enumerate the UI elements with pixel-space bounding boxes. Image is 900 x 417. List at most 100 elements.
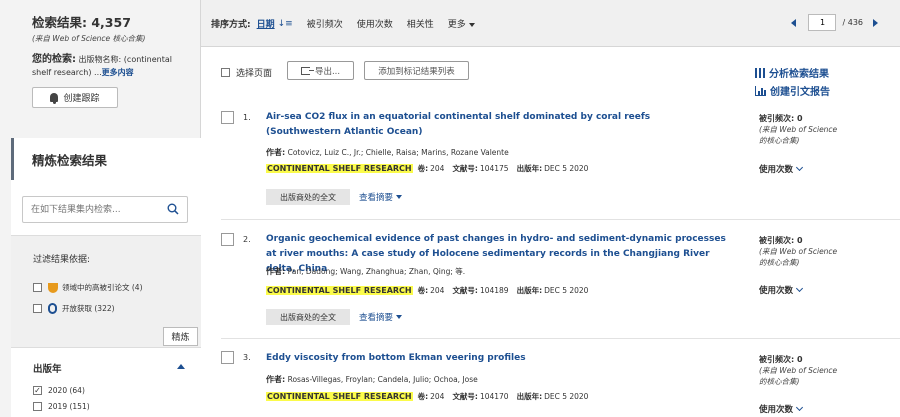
- open-access-icon: [48, 303, 57, 314]
- record-divider: [221, 338, 900, 339]
- bar-chart-icon: [755, 85, 766, 96]
- view-abstract-label: 查看摘要: [359, 313, 394, 323]
- export-icon: [300, 66, 314, 75]
- record-checkbox[interactable]: [221, 351, 234, 364]
- filter-year-2020[interactable]: ✓ 2020 (64): [33, 386, 85, 395]
- view-abstract-toggle[interactable]: 查看摘要: [359, 311, 403, 323]
- sort-more-dropdown[interactable]: 更多: [448, 17, 475, 30]
- sort-option-date[interactable]: 日期: [257, 17, 275, 30]
- article-no-label: 文献号:: [452, 286, 478, 295]
- query-ellipsis: ...: [94, 68, 102, 77]
- volume-value: 204: [430, 164, 445, 173]
- fulltext-button[interactable]: 出版商处的全文: [266, 309, 350, 325]
- volume-value: 204: [430, 392, 445, 401]
- times-cited-value: 0: [797, 114, 803, 123]
- record-title-link[interactable]: Air-sea CO2 flux in an equatorial contin…: [266, 110, 718, 140]
- caret-down-icon: [396, 315, 403, 319]
- citation-report-label: 创建引文报告: [770, 87, 830, 98]
- pagination: / 436: [791, 14, 878, 31]
- times-cited: 被引频次: 0: [759, 235, 803, 246]
- times-cited-source: (来自 Web of Science 的核心合集): [759, 247, 838, 267]
- refine-search-box[interactable]: [22, 196, 188, 223]
- article-no-label: 文献号:: [452, 392, 478, 401]
- record-source: CONTINENTAL SHELF RESEARCH 卷: 204 文献号: 104…: [266, 163, 588, 174]
- usage-count-toggle[interactable]: 使用次数: [759, 163, 804, 175]
- record-authors: 作者: Rosas-Villegas, Froylan; Candela, Ju…: [266, 374, 478, 385]
- sort-more-label: 更多: [447, 20, 466, 30]
- filter-title: 过滤结果依据:: [33, 255, 91, 265]
- analyze-results-link[interactable]: 分析检索结果: [755, 65, 829, 80]
- journal-name-link[interactable]: CONTINENTAL SHELF RESEARCH: [266, 164, 413, 173]
- citation-report-link[interactable]: 创建引文报告: [755, 83, 830, 98]
- checkbox[interactable]: [221, 68, 230, 77]
- checkbox-checked[interactable]: ✓: [33, 386, 42, 395]
- usage-count-toggle[interactable]: 使用次数: [759, 403, 804, 415]
- fulltext-button[interactable]: 出版商处的全文: [266, 189, 350, 205]
- export-label: 导出...: [314, 66, 341, 77]
- caret-down-icon: [468, 23, 475, 27]
- usage-count-label: 使用次数: [759, 165, 794, 175]
- record-divider: [221, 219, 900, 220]
- sort-label: 排序方式:: [211, 20, 251, 30]
- view-abstract-toggle[interactable]: 查看摘要: [359, 191, 403, 203]
- record-authors: 作者: Cotovicz, Luiz C., Jr.; Chielle, Rai…: [266, 147, 509, 158]
- sort-option-times-cited[interactable]: 被引频次: [307, 17, 343, 30]
- chevron-down-icon: [795, 284, 804, 293]
- times-cited-source: (来自 Web of Science 的核心合集): [759, 125, 838, 145]
- journal-name-link[interactable]: CONTINENTAL SHELF RESEARCH: [266, 392, 413, 401]
- record-checkbox[interactable]: [221, 111, 234, 124]
- year-section-title[interactable]: 出版年: [33, 361, 62, 375]
- record-title-link[interactable]: Eddy viscosity from bottom Ekman veering…: [266, 351, 718, 366]
- page-number-input[interactable]: [808, 14, 837, 31]
- export-button[interactable]: 导出...: [287, 61, 354, 80]
- usage-count-toggle[interactable]: 使用次数: [759, 284, 804, 296]
- sort-option-relevance[interactable]: 相关性: [407, 17, 434, 30]
- journal-name-link[interactable]: CONTINENTAL SHELF RESEARCH: [266, 286, 413, 295]
- record-checkbox[interactable]: [221, 233, 234, 246]
- sort-option-usage[interactable]: 使用次数: [357, 17, 393, 30]
- article-no-value: 104189: [479, 286, 509, 295]
- refine-search-input[interactable]: [23, 197, 163, 222]
- next-page-icon[interactable]: [873, 18, 878, 27]
- collapse-caret-icon[interactable]: [177, 364, 185, 369]
- times-cited: 被引频次: 0: [759, 354, 803, 365]
- prev-page-icon[interactable]: [791, 18, 797, 27]
- pub-year-value: DEC 5 2020: [544, 392, 589, 401]
- record-number: 1.: [243, 113, 251, 122]
- bell-icon: [50, 93, 59, 104]
- caret-down-icon: [396, 195, 403, 199]
- pub-year-label: 出版年:: [516, 392, 543, 401]
- select-page-label: 选择页面: [236, 69, 273, 79]
- query-more-link[interactable]: 更多内容: [102, 68, 134, 77]
- refine-button[interactable]: 精炼: [163, 327, 198, 346]
- query-label: 您的检索:: [32, 54, 76, 65]
- results-source: (来自 Web of Science 核心合集): [32, 34, 146, 43]
- filter-label: 领域中的高被引论文 (4): [62, 283, 143, 292]
- sort-descending-icon[interactable]: ↓≡: [278, 19, 293, 29]
- trophy-icon: [48, 282, 58, 293]
- authors-list[interactable]: Cotovicz, Luiz C., Jr.; Chielle, Raisa; …: [288, 148, 509, 157]
- times-cited-label: 被引频次:: [759, 355, 795, 364]
- search-icon[interactable]: [167, 203, 179, 215]
- checkbox[interactable]: [33, 402, 42, 411]
- pub-year-label: 出版年:: [516, 164, 543, 173]
- filter-label: 开放获取 (322): [62, 304, 115, 313]
- volume-value: 204: [430, 286, 445, 295]
- pub-year-label: 出版年:: [516, 286, 543, 295]
- checkbox[interactable]: [33, 304, 42, 313]
- record-authors: 作者: Pan, Dadong; Wang, Zhanghua; Zhan, Q…: [266, 266, 465, 277]
- authors-list[interactable]: Pan, Dadong; Wang, Zhanghua; Zhan, Qing;…: [288, 267, 466, 276]
- analyze-results-label: 分析检索结果: [769, 69, 829, 80]
- chevron-down-icon: [795, 403, 804, 412]
- select-page[interactable]: 选择页面: [221, 66, 272, 79]
- create-alert-button[interactable]: 创建跟踪: [32, 87, 118, 108]
- checkbox[interactable]: [33, 283, 42, 292]
- filter-year-2019[interactable]: 2019 (151): [33, 402, 90, 411]
- sort-controls: 排序方式: 日期 ↓≡ 被引频次 使用次数 相关性 更多: [211, 17, 489, 30]
- results-count: 检索结果: 4,357: [32, 15, 131, 30]
- filter-open-access[interactable]: 开放获取 (322): [33, 303, 115, 314]
- add-to-marked-list-button[interactable]: 添加到标记结果列表: [364, 61, 469, 80]
- article-no-value: 104175: [479, 164, 509, 173]
- authors-list[interactable]: Rosas-Villegas, Froylan; Candela, Julio;…: [288, 375, 478, 384]
- filter-highly-cited[interactable]: 领域中的高被引论文 (4): [33, 282, 143, 293]
